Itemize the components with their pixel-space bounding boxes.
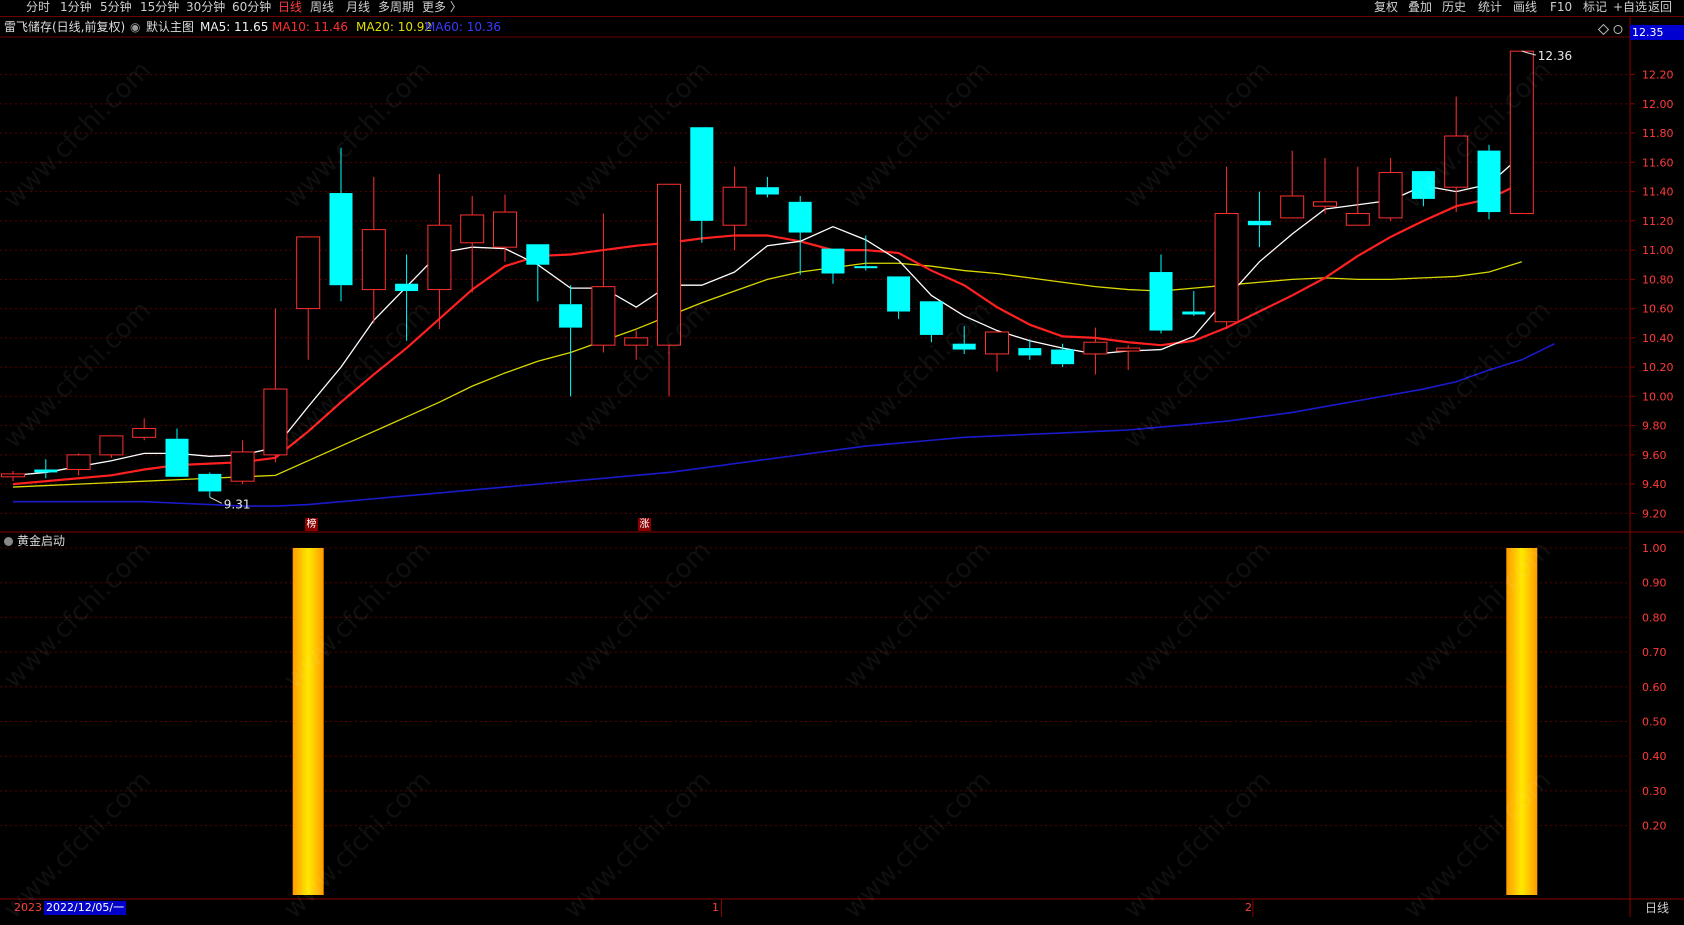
- candle-body-8: [263, 388, 288, 456]
- candle-body-38: [1247, 220, 1271, 226]
- candle-body-39: [1280, 195, 1305, 219]
- sub-axis-label-3: 0.50: [1642, 716, 1667, 729]
- candle-body-12: [395, 283, 419, 292]
- price-axis-label-11: 11.40: [1642, 186, 1674, 199]
- candle-body-17: [559, 304, 583, 328]
- candle-body-3: [99, 435, 124, 456]
- ma10-line: [12, 181, 1523, 486]
- candle-body-28: [919, 301, 943, 335]
- candle-body-45: [1477, 150, 1501, 213]
- sub-axis-label-6: 0.80: [1642, 611, 1667, 624]
- candle-body-30: [985, 331, 1009, 355]
- candle-body-24: [788, 201, 812, 233]
- period-label[interactable]: 日线: [1630, 901, 1684, 915]
- candle-body-9: [296, 236, 321, 310]
- candle-body-37: [1214, 213, 1239, 323]
- candle-body-44: [1444, 135, 1469, 188]
- candle-body-22: [722, 186, 747, 226]
- sub-axis-label-2: 0.40: [1642, 750, 1667, 763]
- flag-zhang[interactable]: 涨: [638, 518, 651, 531]
- cursor-date: 2022/12/05/一: [44, 901, 127, 915]
- price-axis-label-13: 11.80: [1642, 127, 1674, 140]
- candle-body-18: [591, 286, 616, 346]
- candle-body-0: [1, 473, 25, 478]
- chart-canvas: 9.209.409.609.8010.0010.2010.4010.6010.8…: [0, 17, 1684, 917]
- candle-body-42: [1378, 172, 1403, 219]
- candle-body-20: [657, 183, 681, 346]
- candle-body-7: [230, 451, 255, 482]
- candle-body-13: [427, 224, 452, 291]
- candle-body-6: [198, 473, 222, 492]
- price-axis-label-1: 9.40: [1642, 478, 1667, 491]
- candle-body-19: [624, 337, 649, 346]
- price-axis-label-7: 10.60: [1642, 303, 1674, 316]
- sub-indicator-name: 黄金启动: [17, 534, 66, 548]
- golden-start-bar-46: [1506, 548, 1538, 895]
- settings-circle-icon: [1613, 25, 1623, 34]
- candle-body-11: [361, 229, 386, 291]
- sub-axis-label-5: 0.70: [1642, 646, 1667, 659]
- candle-body-1: [34, 469, 58, 473]
- candle-body-31: [1018, 348, 1042, 356]
- year-label: 2023: [14, 901, 42, 914]
- current-price-box: 12.35: [1630, 25, 1684, 40]
- ma60-line: [13, 342, 1555, 507]
- sub-axis-label-8: 1.00: [1642, 542, 1667, 555]
- price-axis-label-14: 12.00: [1642, 98, 1674, 111]
- candle-body-25: [821, 248, 845, 274]
- flag-bang[interactable]: 榜: [305, 518, 318, 531]
- candle-body-21: [690, 127, 714, 221]
- golden-start-bar-9: [292, 548, 324, 895]
- candle-body-32: [1051, 349, 1075, 365]
- diamond-icon: [1597, 23, 1610, 36]
- price-axis-label-6: 10.40: [1642, 332, 1674, 345]
- price-axis-label-4: 10.00: [1642, 390, 1674, 403]
- candle-body-36: [1182, 311, 1206, 315]
- candle-body-14: [460, 214, 485, 244]
- candle-body-46: [1509, 50, 1534, 215]
- sub-axis-label-0: 0.20: [1642, 820, 1667, 833]
- candle-body-2: [66, 454, 91, 470]
- candle-body-26: [854, 266, 878, 269]
- price-axis-label-10: 11.20: [1642, 215, 1674, 228]
- candle-body-23: [755, 187, 779, 195]
- price-axis-label-15: 12.20: [1642, 69, 1674, 82]
- candle-body-15: [493, 211, 517, 248]
- low-annotation: 9.31: [224, 497, 251, 511]
- candle-body-34: [1116, 347, 1141, 352]
- candle-body-41: [1345, 213, 1370, 226]
- month-label-2: 2: [1245, 901, 1252, 914]
- candle-body-4: [132, 428, 157, 438]
- month-label-1: 1: [712, 901, 719, 914]
- candle-body-40: [1313, 201, 1337, 207]
- price-axis-label-8: 10.80: [1642, 273, 1674, 286]
- indicator-dropdown-icon[interactable]: [4, 537, 13, 546]
- candle-body-33: [1083, 341, 1108, 355]
- sub-axis-label-4: 0.60: [1642, 681, 1667, 694]
- price-axis-label-9: 11.00: [1642, 244, 1674, 257]
- low-annotation-arrow: [209, 496, 223, 504]
- candle-body-35: [1149, 272, 1173, 331]
- price-axis-label-12: 11.60: [1642, 156, 1674, 169]
- sub-axis-label-1: 0.30: [1642, 785, 1667, 798]
- price-axis-label-5: 10.20: [1642, 361, 1674, 374]
- price-axis-label-3: 9.80: [1642, 420, 1667, 433]
- sub-indicator-title[interactable]: 黄金启动: [4, 533, 65, 549]
- candle-body-29: [952, 343, 976, 350]
- price-axis-label-0: 9.20: [1642, 507, 1667, 520]
- candle-body-5: [165, 438, 189, 477]
- high-annotation: 12.36: [1538, 49, 1572, 63]
- candle-body-16: [526, 244, 550, 265]
- price-axis-label-2: 9.60: [1642, 449, 1667, 462]
- candle-body-10: [329, 193, 353, 286]
- sub-axis-label-7: 0.90: [1642, 577, 1667, 590]
- candle-body-43: [1411, 171, 1435, 199]
- candle-body-27: [887, 276, 911, 312]
